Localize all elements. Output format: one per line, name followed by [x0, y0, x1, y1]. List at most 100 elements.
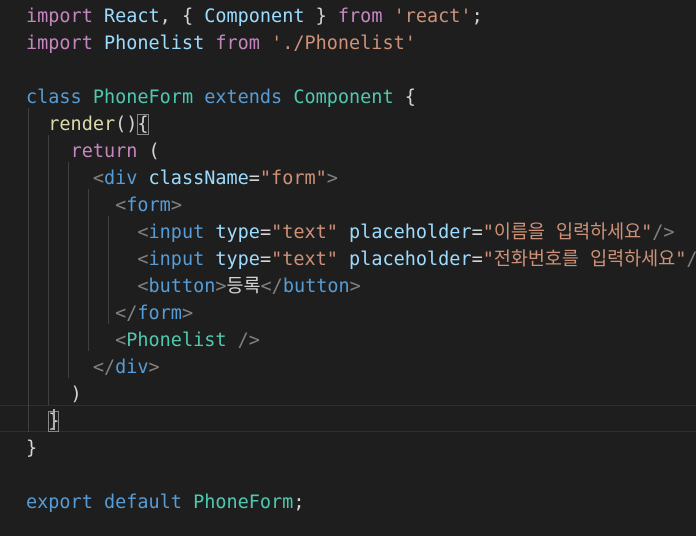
code-token: div [115, 357, 149, 378]
code-line[interactable]: </div> [26, 354, 160, 381]
code-token: </ [92, 357, 116, 378]
code-token: < [115, 330, 127, 351]
code-token: form [137, 303, 182, 324]
code-token: } [26, 438, 38, 459]
code-token: "text" [271, 222, 338, 243]
text-cursor [53, 409, 55, 430]
code-token: PhoneForm [92, 87, 194, 108]
code-token: "text" [271, 249, 338, 270]
code-token: 'react' [393, 6, 472, 27]
code-token: { [393, 87, 416, 108]
code-token: 등록 [226, 276, 261, 297]
code-token: = [259, 249, 272, 270]
code-token: return [70, 141, 138, 162]
code-line[interactable]: ) [26, 381, 82, 408]
code-token: render [48, 114, 116, 135]
code-token: () [115, 114, 138, 135]
code-token: "이름을 입력하세요" [482, 222, 653, 243]
code-token: "form" [259, 168, 327, 189]
code-token: < [115, 195, 127, 216]
code-line[interactable]: <button>등록</button> [26, 273, 360, 300]
code-token: Phonelist [126, 330, 227, 351]
code-line[interactable]: import Phonelist from './Phonelist' [26, 30, 416, 57]
code-token: ; [293, 492, 305, 513]
code-editor[interactable]: import React, { Component } from 'react'… [0, 0, 696, 536]
matching-bracket: { [137, 114, 149, 135]
code-token: > [148, 357, 160, 378]
code-token: div [103, 168, 138, 189]
code-token: form [126, 195, 171, 216]
code-token: = [471, 222, 483, 243]
code-line[interactable]: render(){ [26, 111, 149, 138]
code-line[interactable]: export default PhoneForm; [26, 489, 304, 516]
code-token: = [259, 222, 272, 243]
code-token: import [26, 33, 93, 54]
code-token: './Phonelist' [271, 33, 416, 54]
code-token: } [304, 6, 338, 27]
code-token: ) [26, 384, 82, 405]
code-line[interactable]: <form> [26, 192, 182, 219]
code-token: Component [293, 87, 394, 108]
code-token: "전화번호를 입력하세요" [482, 249, 687, 270]
code-token: > [181, 303, 194, 324]
current-line-highlight [0, 405, 696, 432]
code-token: </ [115, 303, 138, 324]
code-token: /> [686, 249, 696, 270]
code-token: from [215, 33, 260, 54]
code-token: < [137, 249, 149, 270]
code-token: input [148, 222, 205, 243]
code-token: ( [137, 141, 160, 162]
code-token: type [215, 222, 260, 243]
code-line[interactable]: class PhoneForm extends Component { [26, 84, 416, 111]
code-token: PhoneForm [193, 492, 294, 513]
code-token: > [215, 276, 227, 297]
code-line[interactable]: <input type="text" placeholder="이름을 입력하세… [26, 219, 675, 246]
code-line[interactable]: } [26, 435, 37, 462]
code-token: Component [204, 6, 305, 27]
code-token: </ [260, 276, 283, 297]
code-token: className [148, 168, 249, 189]
code-token: < [137, 276, 149, 297]
code-line[interactable]: </form> [26, 300, 193, 327]
code-token: button [148, 276, 216, 297]
code-token: extends [204, 87, 283, 108]
code-token: , { [159, 6, 205, 27]
code-token: React [103, 6, 160, 27]
code-token: Phonelist [103, 33, 205, 54]
code-token: placeholder [349, 249, 472, 270]
code-token: import [26, 6, 93, 27]
code-line[interactable]: import React, { Component } from 'react'… [26, 3, 483, 30]
code-line[interactable]: <input type="text" placeholder="전화번호를 입력… [26, 246, 696, 273]
code-token: from [337, 6, 383, 27]
code-token: = [248, 168, 260, 189]
code-line[interactable]: <Phonelist /> [26, 327, 260, 354]
code-token: /> [652, 222, 675, 243]
code-token: > [326, 168, 338, 189]
code-line[interactable]: return ( [26, 138, 160, 165]
code-token: button [282, 276, 350, 297]
code-line[interactable]: <div className="form"> [26, 165, 338, 192]
code-token: default [103, 492, 182, 513]
